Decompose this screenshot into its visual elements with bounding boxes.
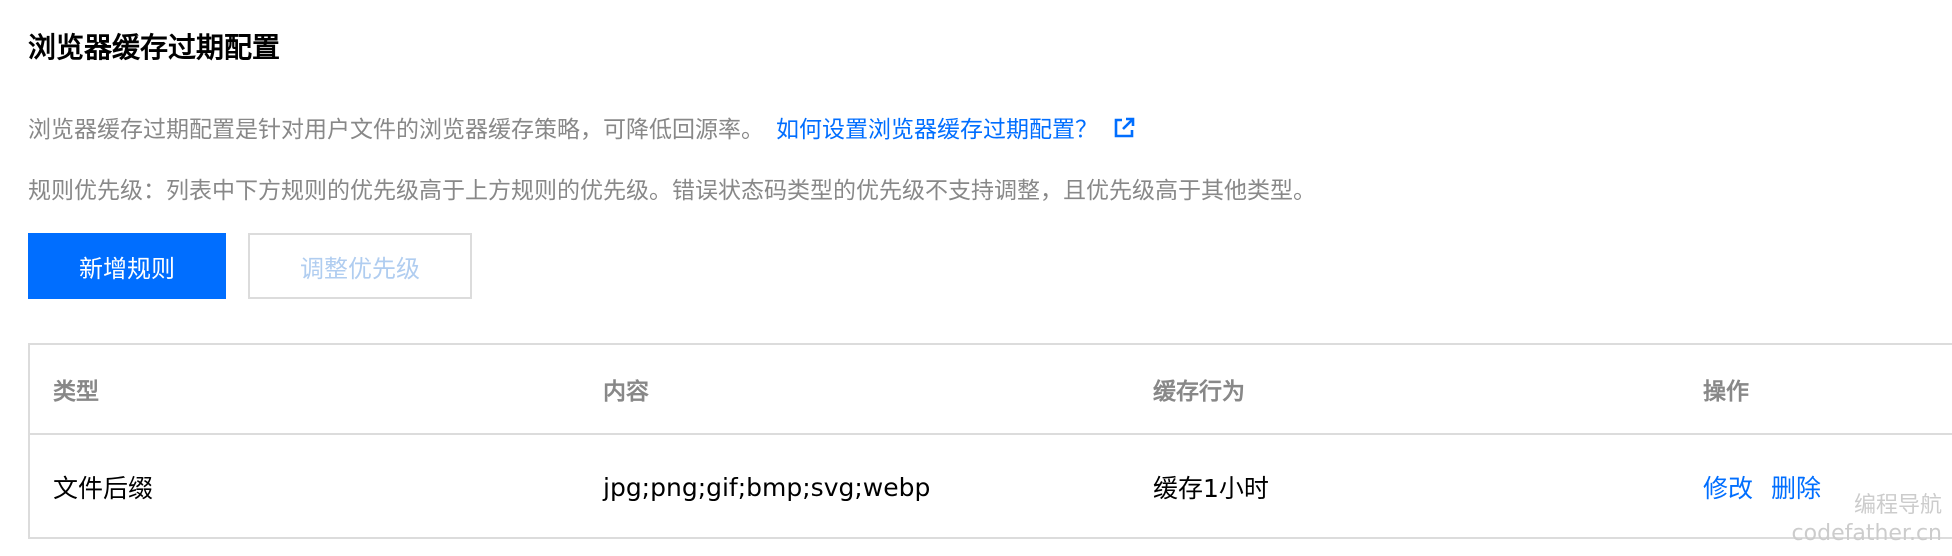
help-link[interactable]: 如何设置浏览器缓存过期配置？: [776, 117, 1098, 143]
section-title: 浏览器缓存过期配置: [28, 31, 281, 64]
cell-type: 文件后缀: [53, 474, 154, 503]
table-row: 文件后缀 jpg;png;gif;bmp;svg;webp 缓存1小时 修改 删…: [30, 435, 1952, 539]
external-link-icon[interactable]: [1112, 116, 1136, 140]
column-header-actions: 操作: [1703, 379, 1749, 405]
cell-content: jpg;png;gif;bmp;svg;webp: [603, 472, 931, 502]
column-header-cache-behavior: 缓存行为: [1153, 379, 1245, 405]
column-header-type: 类型: [53, 379, 99, 405]
watermark: 编程导航 codefather.cn: [1792, 492, 1942, 548]
adjust-priority-button[interactable]: 调整优先级: [248, 233, 472, 299]
watermark-url: codefather.cn: [1791, 521, 1942, 546]
description-line-2: 规则优先级：列表中下方规则的优先级高于上方规则的优先级。错误状态码类型的优先级不…: [28, 178, 1316, 204]
table-header: 类型 内容 缓存行为 操作: [30, 345, 1952, 435]
edit-link[interactable]: 修改: [1703, 469, 1753, 505]
add-rule-button[interactable]: 新增规则: [28, 233, 226, 299]
cell-cache-behavior: 缓存1小时: [1153, 474, 1269, 503]
description-text: 浏览器缓存过期配置是针对用户文件的浏览器缓存策略，可降低回源率。: [28, 117, 764, 143]
column-header-content: 内容: [603, 379, 649, 405]
description-line-1: 浏览器缓存过期配置是针对用户文件的浏览器缓存策略，可降低回源率。 如何设置浏览器缓…: [28, 113, 1136, 147]
watermark-title: 编程导航: [1853, 493, 1942, 518]
rules-table: 类型 内容 缓存行为 操作 文件后缀 jpg;png;gif;bmp;svg;w…: [28, 343, 1952, 539]
